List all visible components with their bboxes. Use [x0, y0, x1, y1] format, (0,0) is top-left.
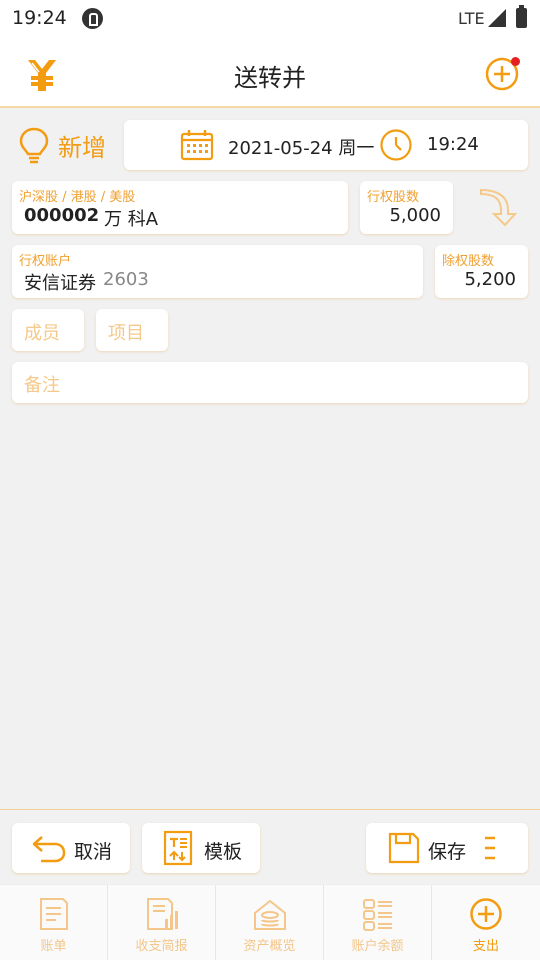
save-label: 保存	[428, 841, 467, 863]
note-field[interactable]: 备注	[12, 362, 528, 403]
lightbulb-icon	[19, 127, 49, 164]
time-value[interactable]: 19:24	[427, 134, 479, 155]
template-icon	[163, 830, 193, 866]
clock-icon	[380, 129, 412, 161]
add-circle-icon	[470, 898, 502, 930]
cancel-button[interactable]: 取消	[12, 823, 130, 873]
datetime-card[interactable]: 2021-05-24 周一 19:24	[124, 120, 528, 170]
mode-label: 新增	[58, 134, 106, 162]
market-label: 沪深股 / 港股 / 美股	[19, 190, 136, 205]
tab-label: 账单	[40, 939, 67, 954]
member-placeholder: 成员	[24, 323, 60, 344]
account-label: 行权账户	[19, 254, 72, 269]
page-title: 送转并	[234, 64, 306, 92]
exercise-shares-label: 行权股数	[367, 190, 420, 205]
more-options-icon[interactable]	[483, 835, 497, 861]
stock-code: 000002	[24, 205, 100, 226]
ex-shares-field[interactable]: 除权股数 5,200	[435, 245, 528, 298]
account-name: 安信证券	[24, 273, 96, 294]
ex-shares-value: 5,200	[464, 269, 516, 290]
notification-icon	[82, 8, 103, 29]
tab-assets[interactable]: 资产概览	[216, 885, 324, 960]
stock-name: 万 科A	[104, 209, 159, 230]
account-suffix: 2603	[103, 269, 149, 290]
exercise-shares-value: 5,000	[389, 205, 441, 226]
template-button[interactable]: 模板	[142, 823, 260, 873]
battery-icon	[516, 5, 527, 28]
status-bar: 19:24 LTE	[0, 0, 540, 38]
tab-label: 账户余额	[351, 939, 404, 954]
cancel-label: 取消	[74, 841, 113, 863]
date-value[interactable]: 2021-05-24 周一	[228, 134, 374, 160]
ex-shares-label: 除权股数	[442, 254, 495, 269]
app-bar: 送转并	[0, 38, 540, 108]
project-field[interactable]: 项目	[96, 309, 168, 351]
save-button[interactable]: 保存	[366, 823, 528, 873]
signal-icon	[488, 9, 506, 27]
member-field[interactable]: 成员	[12, 309, 84, 351]
tab-expense[interactable]: 支出	[432, 885, 540, 960]
notification-badge	[511, 57, 520, 66]
calendar-icon	[180, 130, 214, 161]
note-placeholder: 备注	[24, 375, 60, 396]
report-chart-icon	[147, 898, 178, 930]
tab-label: 收支简报	[135, 939, 188, 954]
turn-down-arrow-icon[interactable]	[477, 188, 517, 228]
template-label: 模板	[204, 841, 243, 863]
network-type: LTE	[458, 9, 485, 28]
tab-balance[interactable]: 账户余额	[324, 885, 432, 960]
tab-report[interactable]: 收支简报	[108, 885, 216, 960]
tab-label: 资产概览	[243, 939, 296, 954]
stock-selector[interactable]: 沪深股 / 港股 / 美股 000002 万 科A	[12, 181, 348, 234]
mode-indicator[interactable]: 新增	[16, 122, 120, 168]
bottom-tab-bar: 账单 收支简报 资产概览 账户余额 支出	[0, 884, 540, 960]
floppy-disk-icon	[388, 832, 420, 864]
account-list-icon	[363, 899, 392, 931]
divider	[0, 809, 540, 810]
status-time: 19:24	[12, 7, 67, 29]
document-icon	[40, 898, 68, 930]
tab-label: 支出	[472, 939, 499, 954]
undo-icon	[32, 836, 66, 863]
exercise-shares-field[interactable]: 行权股数 5,000	[360, 181, 453, 234]
asset-house-icon	[254, 899, 286, 930]
account-selector[interactable]: 行权账户 安信证券 2603	[12, 245, 423, 298]
tab-bills[interactable]: 账单	[0, 885, 108, 960]
project-placeholder: 项目	[108, 323, 144, 344]
